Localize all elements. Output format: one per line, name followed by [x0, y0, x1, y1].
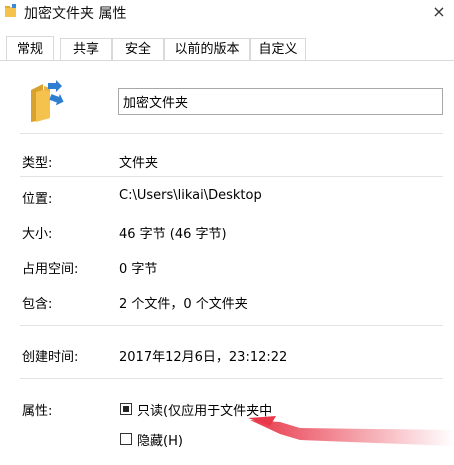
disk-size-label: 占用空间:	[22, 262, 79, 277]
hidden-label: 隐藏(H)	[137, 434, 183, 449]
hidden-checkbox[interactable]	[120, 433, 132, 445]
tab-strip-divider	[0, 60, 454, 61]
window-title: 加密文件夹 属性	[24, 6, 127, 22]
divider	[20, 133, 443, 134]
tab-customize[interactable]: 自定义	[250, 38, 306, 60]
disk-size-value: 0 字节	[119, 262, 158, 277]
close-button[interactable]: ×	[424, 0, 454, 26]
contains-label: 包含:	[22, 297, 53, 312]
attributes-label: 属性:	[22, 404, 53, 419]
divider	[20, 378, 443, 379]
tab-label: 自定义	[258, 42, 298, 57]
folder-name-input[interactable]	[118, 88, 443, 115]
tab-general[interactable]: 常规	[6, 36, 54, 60]
tab-security[interactable]: 安全	[112, 38, 164, 60]
divider	[20, 176, 443, 177]
tab-sharing[interactable]: 共享	[60, 38, 112, 60]
title-bar: 加密文件夹 属性 ×	[0, 0, 454, 26]
tab-label: 常规	[16, 42, 43, 57]
created-value: 2017年12月6日，23:12:22	[119, 350, 288, 365]
tab-label: 共享	[72, 42, 99, 57]
folder-icon	[5, 4, 16, 17]
tab-label: 以前的版本	[174, 42, 240, 57]
annotation-arrow-icon	[248, 416, 454, 446]
folder-with-blue-arrows-icon	[31, 80, 64, 122]
type-label: 类型:	[22, 156, 53, 171]
divider	[20, 325, 443, 326]
contains-value: 2 个文件，0 个文件夹	[119, 297, 248, 312]
location-value: C:\Users\likai\Desktop	[119, 188, 262, 203]
size-label: 大小:	[22, 227, 53, 242]
close-icon: ×	[432, 2, 446, 21]
readonly-checkbox[interactable]	[120, 403, 132, 415]
size-value: 46 字节 (46 字节)	[119, 227, 227, 242]
location-label: 位置:	[22, 192, 53, 207]
type-value: 文件夹	[119, 156, 159, 171]
tab-label: 安全	[124, 42, 151, 57]
tab-previous-versions[interactable]: 以前的版本	[164, 38, 250, 60]
created-label: 创建时间:	[22, 350, 79, 365]
checkbox-indeterminate-mark	[123, 406, 129, 412]
tab-strip: 常规 共享 安全 以前的版本 自定义	[0, 36, 454, 61]
